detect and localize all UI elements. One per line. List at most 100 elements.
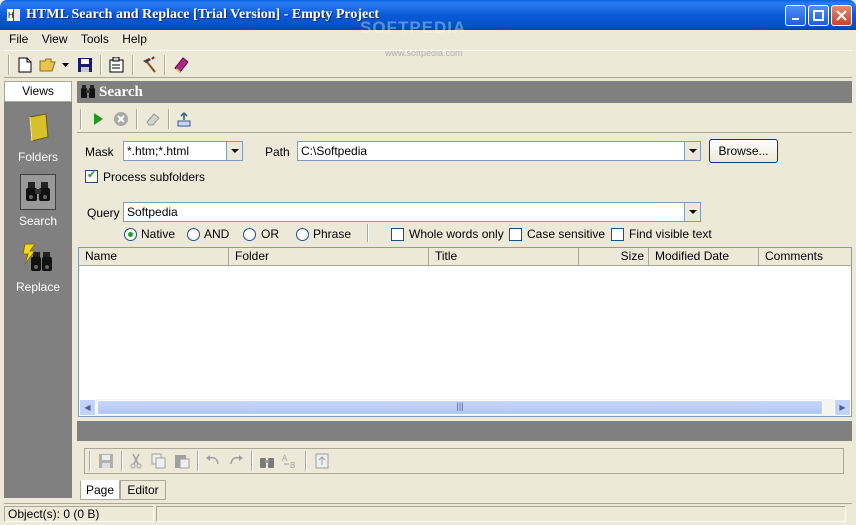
redo-button[interactable] — [225, 450, 247, 472]
column-header-title[interactable]: Title — [429, 248, 579, 266]
case-sensitive-checkbox[interactable] — [509, 228, 522, 241]
redo-icon — [230, 455, 243, 465]
view-item-search[interactable]: Search — [4, 174, 72, 228]
copy-button[interactable] — [148, 450, 170, 472]
query-dropdown-button[interactable] — [684, 203, 700, 221]
case-sensitive-label: Case sensitive — [527, 227, 606, 241]
toolbar-separator — [132, 55, 134, 75]
toolbar-separator — [305, 451, 307, 471]
mask-dropdown-button[interactable] — [226, 142, 242, 160]
mode-and-radio[interactable] — [187, 228, 200, 241]
find-replace-button[interactable]: AB — [279, 450, 301, 472]
export-button[interactable] — [173, 108, 195, 130]
menu-help[interactable]: Help — [117, 30, 152, 48]
title-bar: H HTML Search and Replace [Trial Version… — [0, 0, 856, 37]
tools-button[interactable] — [138, 54, 160, 76]
view-item-folders[interactable]: Folders — [4, 110, 72, 164]
toolbar-separator — [89, 451, 91, 471]
browse-button[interactable]: Browse... — [709, 139, 778, 163]
toolbar-separator — [168, 109, 170, 129]
mode-native-label: Native — [141, 227, 176, 241]
replace-icon — [20, 240, 56, 276]
close-button[interactable] — [831, 5, 852, 26]
path-dropdown-button[interactable] — [684, 142, 700, 160]
views-panel: Folders Search Replace — [4, 102, 72, 498]
maximize-icon — [813, 10, 824, 21]
folder-icon — [20, 110, 56, 146]
chevron-left-icon: ◀ — [84, 403, 91, 412]
save-button[interactable] — [74, 54, 96, 76]
toolbar-separator — [164, 55, 166, 75]
save-icon — [78, 58, 92, 72]
scroll-left-button[interactable]: ◀ — [79, 399, 96, 416]
find-button[interactable] — [256, 450, 278, 472]
main-toolbar — [4, 50, 852, 78]
path-value: C:\Softpedia — [301, 144, 368, 158]
maximize-button[interactable] — [808, 5, 829, 26]
toolbar-separator — [251, 451, 253, 471]
cut-button[interactable] — [125, 450, 147, 472]
view-item-replace[interactable]: Replace — [4, 240, 72, 294]
column-header-modified-date[interactable]: Modified Date — [649, 248, 759, 266]
query-value: Softpedia — [127, 205, 178, 219]
mode-phrase-radio[interactable] — [296, 228, 309, 241]
tab-page[interactable]: Page — [80, 480, 120, 500]
column-header-size[interactable]: Size — [579, 248, 649, 266]
find-visible-text-checkbox[interactable] — [611, 228, 624, 241]
help-button[interactable] — [170, 54, 192, 76]
binoculars-icon — [80, 84, 96, 106]
path-combobox[interactable]: C:\Softpedia — [297, 141, 701, 161]
column-header-folder[interactable]: Folder — [229, 248, 429, 266]
menu-file[interactable]: File — [4, 30, 33, 48]
mode-or-radio[interactable] — [243, 228, 256, 241]
binoculars-icon — [20, 174, 56, 210]
mode-native-radio[interactable] — [124, 228, 137, 241]
column-header-name[interactable]: Name — [79, 248, 229, 266]
new-button[interactable] — [14, 54, 36, 76]
menu-tools[interactable]: Tools — [76, 30, 114, 48]
clear-button[interactable] — [142, 108, 164, 130]
page-up-icon — [315, 453, 329, 469]
grip-icon: ||| — [456, 401, 464, 411]
minimize-button[interactable] — [785, 5, 806, 26]
replace-text-icon: AB — [282, 454, 295, 469]
insert-button[interactable] — [311, 450, 333, 472]
editor-toolbar: AB — [84, 448, 844, 474]
close-icon — [836, 10, 847, 21]
query-combobox[interactable]: Softpedia — [123, 202, 701, 222]
mode-or-label: OR — [261, 227, 279, 241]
view-item-label: Search — [18, 214, 58, 228]
start-search-button[interactable] — [87, 108, 109, 130]
views-tab[interactable]: Views — [4, 81, 72, 102]
search-panel-title: Search — [99, 84, 143, 100]
open-dropdown-button[interactable] — [59, 54, 71, 76]
save-icon — [99, 454, 113, 468]
menu-view[interactable]: View — [37, 30, 73, 48]
undo-button[interactable] — [202, 450, 224, 472]
process-subfolders-checkbox[interactable] — [85, 168, 98, 183]
toolbar-separator — [197, 451, 199, 471]
paste-button[interactable] — [171, 450, 193, 472]
search-panel-header: Search — [77, 81, 852, 103]
properties-button[interactable] — [106, 54, 128, 76]
status-message — [156, 506, 846, 522]
results-table-header: Name Folder Title Size Modified Date Com… — [79, 248, 851, 266]
scroll-right-button[interactable]: ▶ — [834, 399, 851, 416]
editor-save-button[interactable] — [95, 450, 117, 472]
status-objects: Object(s): 0 (0 B) — [4, 506, 154, 522]
scrollbar-thumb[interactable]: ||| — [97, 400, 823, 415]
results-table[interactable]: Name Folder Title Size Modified Date Com… — [78, 247, 852, 417]
mask-combobox[interactable]: *.htm;*.html — [123, 141, 243, 161]
window-title: HTML Search and Replace [Trial Version] … — [26, 7, 380, 22]
horizontal-scrollbar[interactable]: ◀ ||| ▶ — [79, 399, 851, 416]
column-header-comments[interactable]: Comments — [759, 248, 851, 266]
tab-editor[interactable]: Editor — [120, 480, 166, 500]
stop-search-button[interactable] — [110, 108, 132, 130]
svg-text:A: A — [282, 454, 288, 463]
open-button[interactable] — [37, 54, 59, 76]
whole-words-checkbox[interactable] — [391, 228, 404, 241]
toolbar-separator — [80, 109, 82, 129]
chevron-down-icon — [688, 148, 697, 153]
editor-panel-header — [77, 421, 852, 441]
mode-phrase-label: Phrase — [313, 227, 352, 241]
